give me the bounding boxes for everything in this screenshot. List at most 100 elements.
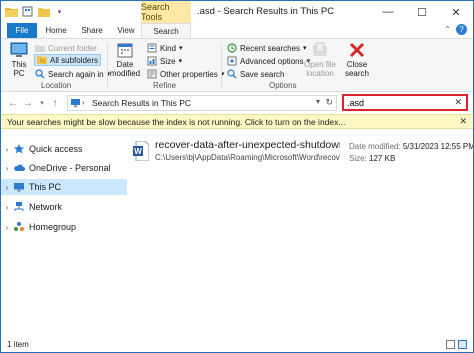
content-view-icon[interactable] (458, 340, 467, 349)
chevron-right-icon[interactable]: › (1, 164, 13, 173)
ribbon-separator (221, 42, 222, 88)
nav-item-quick-access[interactable]: › Quick access (1, 141, 127, 157)
ribbon-collapse-icon[interactable]: ⌃ (444, 25, 451, 34)
properties-icon[interactable] (21, 5, 34, 18)
advanced-options-icon (227, 56, 237, 66)
recent-locations-icon[interactable]: ▾ (36, 97, 48, 109)
window-controls: — ☐ ✕ (371, 1, 473, 23)
current-folder-button[interactable]: Current folder (35, 42, 97, 54)
up-arrow-icon[interactable]: ↑ (49, 97, 61, 109)
recent-searches-icon (227, 43, 237, 53)
word-document-icon: W (133, 141, 149, 161)
tab-file[interactable]: File (7, 23, 37, 38)
advanced-options-button[interactable]: Advanced options ▾ (227, 55, 310, 67)
folder-icon[interactable] (5, 5, 18, 18)
forward-arrow-icon[interactable]: → (22, 97, 34, 109)
details-view-icon[interactable] (446, 340, 455, 349)
current-folder-label: Current folder (48, 43, 97, 53)
kind-icon (147, 43, 157, 53)
nav-item-homegroup[interactable]: › Homegroup (1, 219, 127, 235)
chevron-right-icon[interactable]: › (1, 145, 13, 154)
tab-view[interactable]: View (113, 23, 139, 38)
date-modified-key: Date modified: (349, 142, 401, 151)
search-again-label: Search again in (48, 69, 104, 79)
computer-icon (14, 183, 24, 192)
kind-button[interactable]: Kind ▾ (147, 42, 183, 54)
view-switcher (446, 340, 467, 349)
calendar-icon (117, 43, 133, 58)
new-folder-icon[interactable] (37, 5, 50, 18)
other-properties-button[interactable]: Other properties ▾ (147, 68, 224, 80)
homegroup-icon (14, 222, 24, 231)
computer-icon (71, 99, 80, 107)
result-size: Size: 127 KB (349, 154, 395, 163)
all-subfolders-label: All subfolders (50, 55, 99, 65)
tab-home[interactable]: Home (41, 23, 71, 38)
index-info-bar[interactable]: Your searches might be slow because the … (1, 114, 473, 129)
this-pc-button[interactable]: This PC (7, 41, 31, 78)
size-icon (147, 56, 157, 66)
open-folder-icon (313, 42, 327, 56)
tab-search[interactable]: Search (141, 23, 191, 38)
chevron-down-icon: ▾ (178, 58, 183, 65)
navigation-bar: ← → ▾ ↑ › Search Results in This PC ▾ ↻ … (1, 93, 473, 113)
address-bar[interactable]: › Search Results in This PC ▾ ↻ (67, 95, 337, 111)
search-tools-tab-group: Search Tools (141, 1, 191, 23)
refine-group-label: Refine (153, 81, 177, 90)
size-button[interactable]: Size ▾ (147, 55, 182, 67)
options-group-label: Options (269, 81, 297, 90)
window-title: .asd - Search Results in This PC (197, 6, 335, 17)
chevron-right-icon[interactable]: › (1, 183, 13, 192)
nav-item-label: Homegroup (29, 222, 77, 232)
recent-searches-button[interactable]: Recent searches ▾ (227, 42, 307, 54)
close-search-button[interactable]: Close search (343, 41, 371, 78)
clear-search-icon[interactable]: ✕ (454, 97, 462, 108)
address-dropdown-icon[interactable]: ▾ (316, 97, 320, 106)
network-icon (14, 202, 24, 211)
close-search-icon (349, 42, 365, 58)
result-file-name: recover-data-after-unexpected-shutdown((… (155, 139, 340, 151)
nav-item-network[interactable]: › Network (1, 199, 127, 215)
chevron-right-icon[interactable]: › (1, 223, 13, 232)
explorer-window: ▾ Search Tools .asd - Search Results in … (0, 0, 474, 353)
nav-item-this-pc[interactable]: › This PC (1, 179, 127, 195)
save-search-button[interactable]: Save search (227, 68, 284, 80)
search-folder-icon (35, 69, 45, 79)
nav-item-label: Network (29, 202, 63, 212)
help-icon[interactable]: ? (456, 24, 467, 35)
item-count: 1 item (7, 340, 29, 349)
recent-searches-label: Recent searches (240, 43, 301, 53)
cloud-icon (14, 164, 25, 171)
maximize-button[interactable]: ☐ (405, 1, 439, 23)
tab-share[interactable]: Share (77, 23, 107, 38)
size-value: 127 KB (369, 154, 396, 163)
search-input[interactable] (347, 97, 447, 109)
list-item[interactable]: W recover-data-after-unexpected-shutdown… (133, 139, 473, 173)
search-box[interactable]: ✕ (342, 94, 468, 111)
nav-item-onedrive[interactable]: › OneDrive - Personal (1, 160, 127, 176)
open-file-location-button[interactable]: Open file location (303, 41, 337, 78)
navigation-pane: › Quick access › OneDrive - Personal › T… (1, 131, 129, 339)
all-subfolders-button[interactable]: All subfolders (34, 54, 102, 66)
size-label: Size (160, 56, 176, 66)
location-group-label: Location (41, 81, 72, 90)
computer-icon (10, 42, 28, 57)
size-key: Size: (349, 154, 367, 163)
info-bar-close-icon[interactable]: ✕ (459, 116, 467, 127)
ribbon: This PC Current folder All subfolders Se… (1, 38, 473, 92)
customize-toolbar-icon[interactable]: ▾ (53, 5, 66, 18)
other-properties-label: Other properties (160, 69, 218, 79)
breadcrumb-chevron-icon[interactable]: › (82, 98, 85, 107)
search-again-button[interactable]: Search again in ▾ (35, 68, 110, 80)
refresh-icon[interactable]: ↻ (325, 97, 333, 108)
minimize-button[interactable]: — (371, 1, 405, 23)
advanced-options-label: Advanced options (240, 56, 304, 66)
quick-access-toolbar: ▾ (5, 5, 66, 18)
date-modified-button[interactable]: Date modified (107, 41, 143, 78)
save-search-icon (227, 69, 237, 79)
current-folder-icon (35, 45, 45, 52)
chevron-right-icon[interactable]: › (1, 203, 13, 212)
svg-text:W: W (134, 147, 142, 156)
close-button[interactable]: ✕ (439, 1, 473, 23)
back-arrow-icon[interactable]: ← (7, 97, 19, 109)
